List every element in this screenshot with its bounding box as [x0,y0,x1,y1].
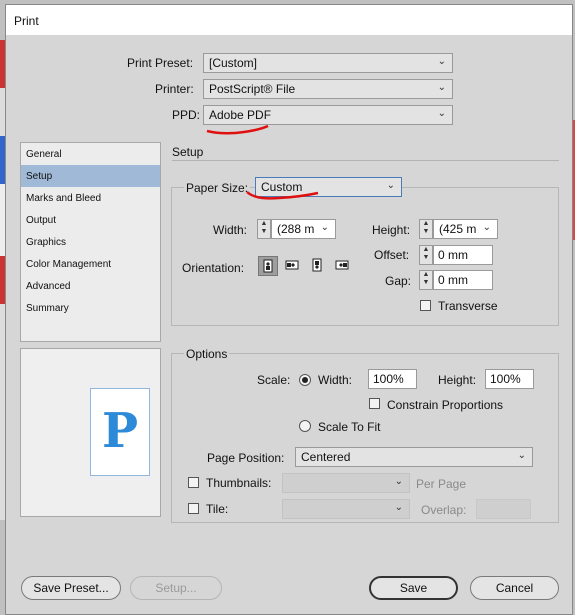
offset-label: Offset: [374,248,410,262]
thumbnails-checkbox[interactable] [188,477,199,488]
height-stepper[interactable]: ▲ ▼ [419,219,433,239]
gap-stepper[interactable]: ▲ ▼ [419,270,433,290]
offset-input[interactable]: 0 mm [433,245,493,265]
scale-height-input[interactable]: 100% [485,369,534,389]
scale-to-fit-radio[interactable] [299,420,311,432]
width-stepper[interactable]: ▲ ▼ [257,219,271,239]
page-position-value: Centered [301,450,351,464]
height-value: (425 m [439,222,477,236]
portrait-orientation-icon[interactable] [258,256,278,276]
width-label: Width: [213,223,248,237]
sidebar-item-graphics[interactable]: Graphics [21,231,160,253]
height-label: Height: [372,223,411,237]
width-combo[interactable]: (288 m ⌄ [271,219,336,239]
overlap-input[interactable] [476,499,531,519]
tile-checkbox[interactable] [188,503,199,514]
gap-label: Gap: [385,274,412,288]
sidebar-item-general[interactable]: General [21,143,160,165]
width-value: (288 m [277,222,315,236]
thumbnails-label: Thumbnails: [206,476,272,490]
reverse-portrait-orientation-icon[interactable] [308,256,328,276]
print-dialog: Print Print Preset: [Custom] ⌄ Printer: … [5,4,573,615]
preview-page: P [90,388,150,476]
tile-label: Tile: [206,502,229,516]
chevron-down-icon: ⌄ [394,476,403,487]
gap-input[interactable]: 0 mm [433,270,493,290]
chevron-down-icon: ⌄ [482,222,491,233]
sidebar-item-summary[interactable]: Summary [21,297,160,319]
scale-label: Scale: [257,373,291,387]
scale-width-label: Width: [318,373,353,387]
constrain-proportions-label: Constrain Proportions [387,398,504,412]
printer-select[interactable]: PostScript® File ⌄ [203,79,453,99]
transverse-checkbox[interactable] [420,300,431,311]
per-page-label: Per Page [416,477,467,491]
category-list: General Setup Marks and Bleed Output Gra… [20,142,161,342]
reverse-landscape-orientation-icon[interactable] [333,256,353,276]
ppd-select[interactable]: Adobe PDF ⌄ [203,105,453,125]
print-preset-label: Print Preset: [127,56,194,70]
setup-heading: Setup [172,145,204,159]
save-preset-button[interactable]: Save Preset... [21,576,121,600]
red-underline-annotation [206,124,269,135]
cancel-button[interactable]: Cancel [470,576,559,600]
chevron-down-icon: ⌄ [437,56,446,67]
save-button[interactable]: Save [369,576,458,600]
overlap-label: Overlap: [421,503,467,517]
page-preview: P [20,348,161,517]
options-heading: Options [184,347,230,361]
chevron-down-icon: ⌄ [394,502,403,513]
red-underline-annotation [246,191,319,200]
tile-select[interactable]: ⌄ [282,499,410,519]
sidebar-item-output[interactable]: Output [21,209,160,231]
print-preset-select[interactable]: [Custom] ⌄ [203,53,453,73]
landscape-orientation-icon[interactable] [283,256,303,276]
chevron-down-icon: ⌄ [437,108,446,119]
setup-divider [172,160,559,161]
constrain-proportions-checkbox[interactable] [369,398,380,409]
chevron-down-icon: ⌄ [386,180,395,191]
orientation-label: Orientation: [182,261,245,275]
page-position-select[interactable]: Centered ⌄ [295,447,533,467]
transverse-label: Transverse [438,299,498,313]
sidebar-item-setup[interactable]: Setup [21,165,160,187]
scale-to-fit-label: Scale To Fit [318,420,381,434]
window-title: Print [14,14,39,28]
chevron-down-icon: ⌄ [517,450,526,461]
printer-value: PostScript® File [209,82,296,96]
title-bar: Print [6,5,572,35]
ppd-value: Adobe PDF [209,108,272,122]
page-position-label: Page Position: [207,451,285,465]
paper-size-group [171,187,559,326]
sidebar-item-advanced[interactable]: Advanced [21,275,160,297]
paper-size-label: Paper Size: [184,181,251,195]
chevron-down-icon: ⌄ [320,222,329,233]
chevron-down-icon: ⌄ [437,82,446,93]
scale-height-label: Height: [438,373,477,387]
scale-width-input[interactable]: 100% [368,369,417,389]
scale-width-radio[interactable] [299,374,311,386]
setup-button[interactable]: Setup... [130,576,222,600]
thumbnails-select[interactable]: ⌄ [282,473,410,493]
sidebar-item-marks-and-bleed[interactable]: Marks and Bleed [21,187,160,209]
offset-stepper[interactable]: ▲ ▼ [419,245,433,265]
print-preset-value: [Custom] [209,56,258,70]
height-combo[interactable]: (425 m ⌄ [433,219,498,239]
ppd-label: PPD: [172,108,201,122]
printer-label: Printer: [155,82,194,96]
preview-letter: P [101,403,139,459]
sidebar-item-color-management[interactable]: Color Management [21,253,160,275]
